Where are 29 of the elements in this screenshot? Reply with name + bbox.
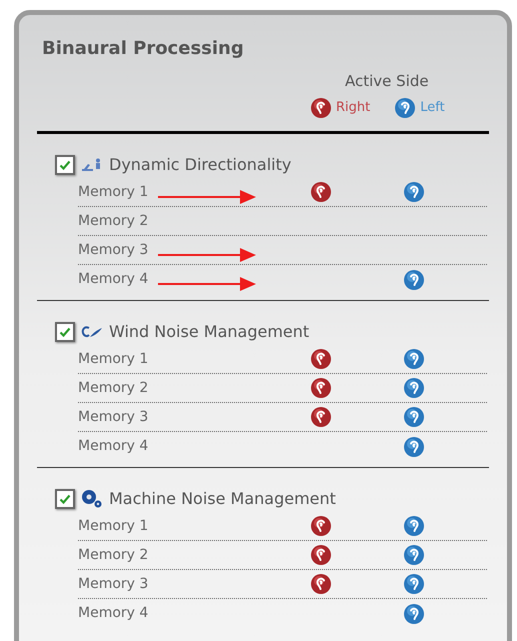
memory-label: Memory 3: [78, 240, 148, 260]
wind-icon: [81, 325, 103, 339]
memory-label: Memory 2: [78, 546, 148, 564]
gear-icon: [81, 489, 103, 509]
legend-label: Left: [420, 99, 445, 118]
section-title: Machine Noise Management: [109, 488, 336, 510]
checkbox[interactable]: [55, 322, 75, 342]
legend-label: Right: [336, 99, 370, 118]
right-ear-icon: [310, 97, 332, 119]
column-heading: Active Side: [345, 71, 429, 91]
section-title: Dynamic Directionality: [109, 154, 292, 176]
memory-label: Memory 2: [78, 212, 148, 230]
memory-label: Memory 4: [78, 437, 148, 456]
panel-title: Binaural Processing: [41, 37, 244, 61]
memory-label: Memory 3: [78, 574, 148, 594]
memory-label: Memory 3: [78, 408, 148, 426]
memory-label: Memory 1: [78, 516, 148, 536]
memory-label: Memory 1: [78, 350, 148, 368]
section-title: Wind Noise Management: [109, 321, 310, 343]
memory-label: Memory 4: [78, 604, 148, 623]
memory-label: Memory 1: [78, 182, 148, 202]
check-icon: [59, 326, 71, 338]
left-ear-icon: [394, 97, 416, 119]
check-icon: [59, 493, 71, 505]
checkbox[interactable]: [55, 489, 75, 509]
memory-label: Memory 4: [78, 270, 148, 289]
checkbox[interactable]: [55, 155, 75, 175]
check-icon: [59, 159, 71, 171]
memory-label: Memory 2: [78, 378, 148, 398]
